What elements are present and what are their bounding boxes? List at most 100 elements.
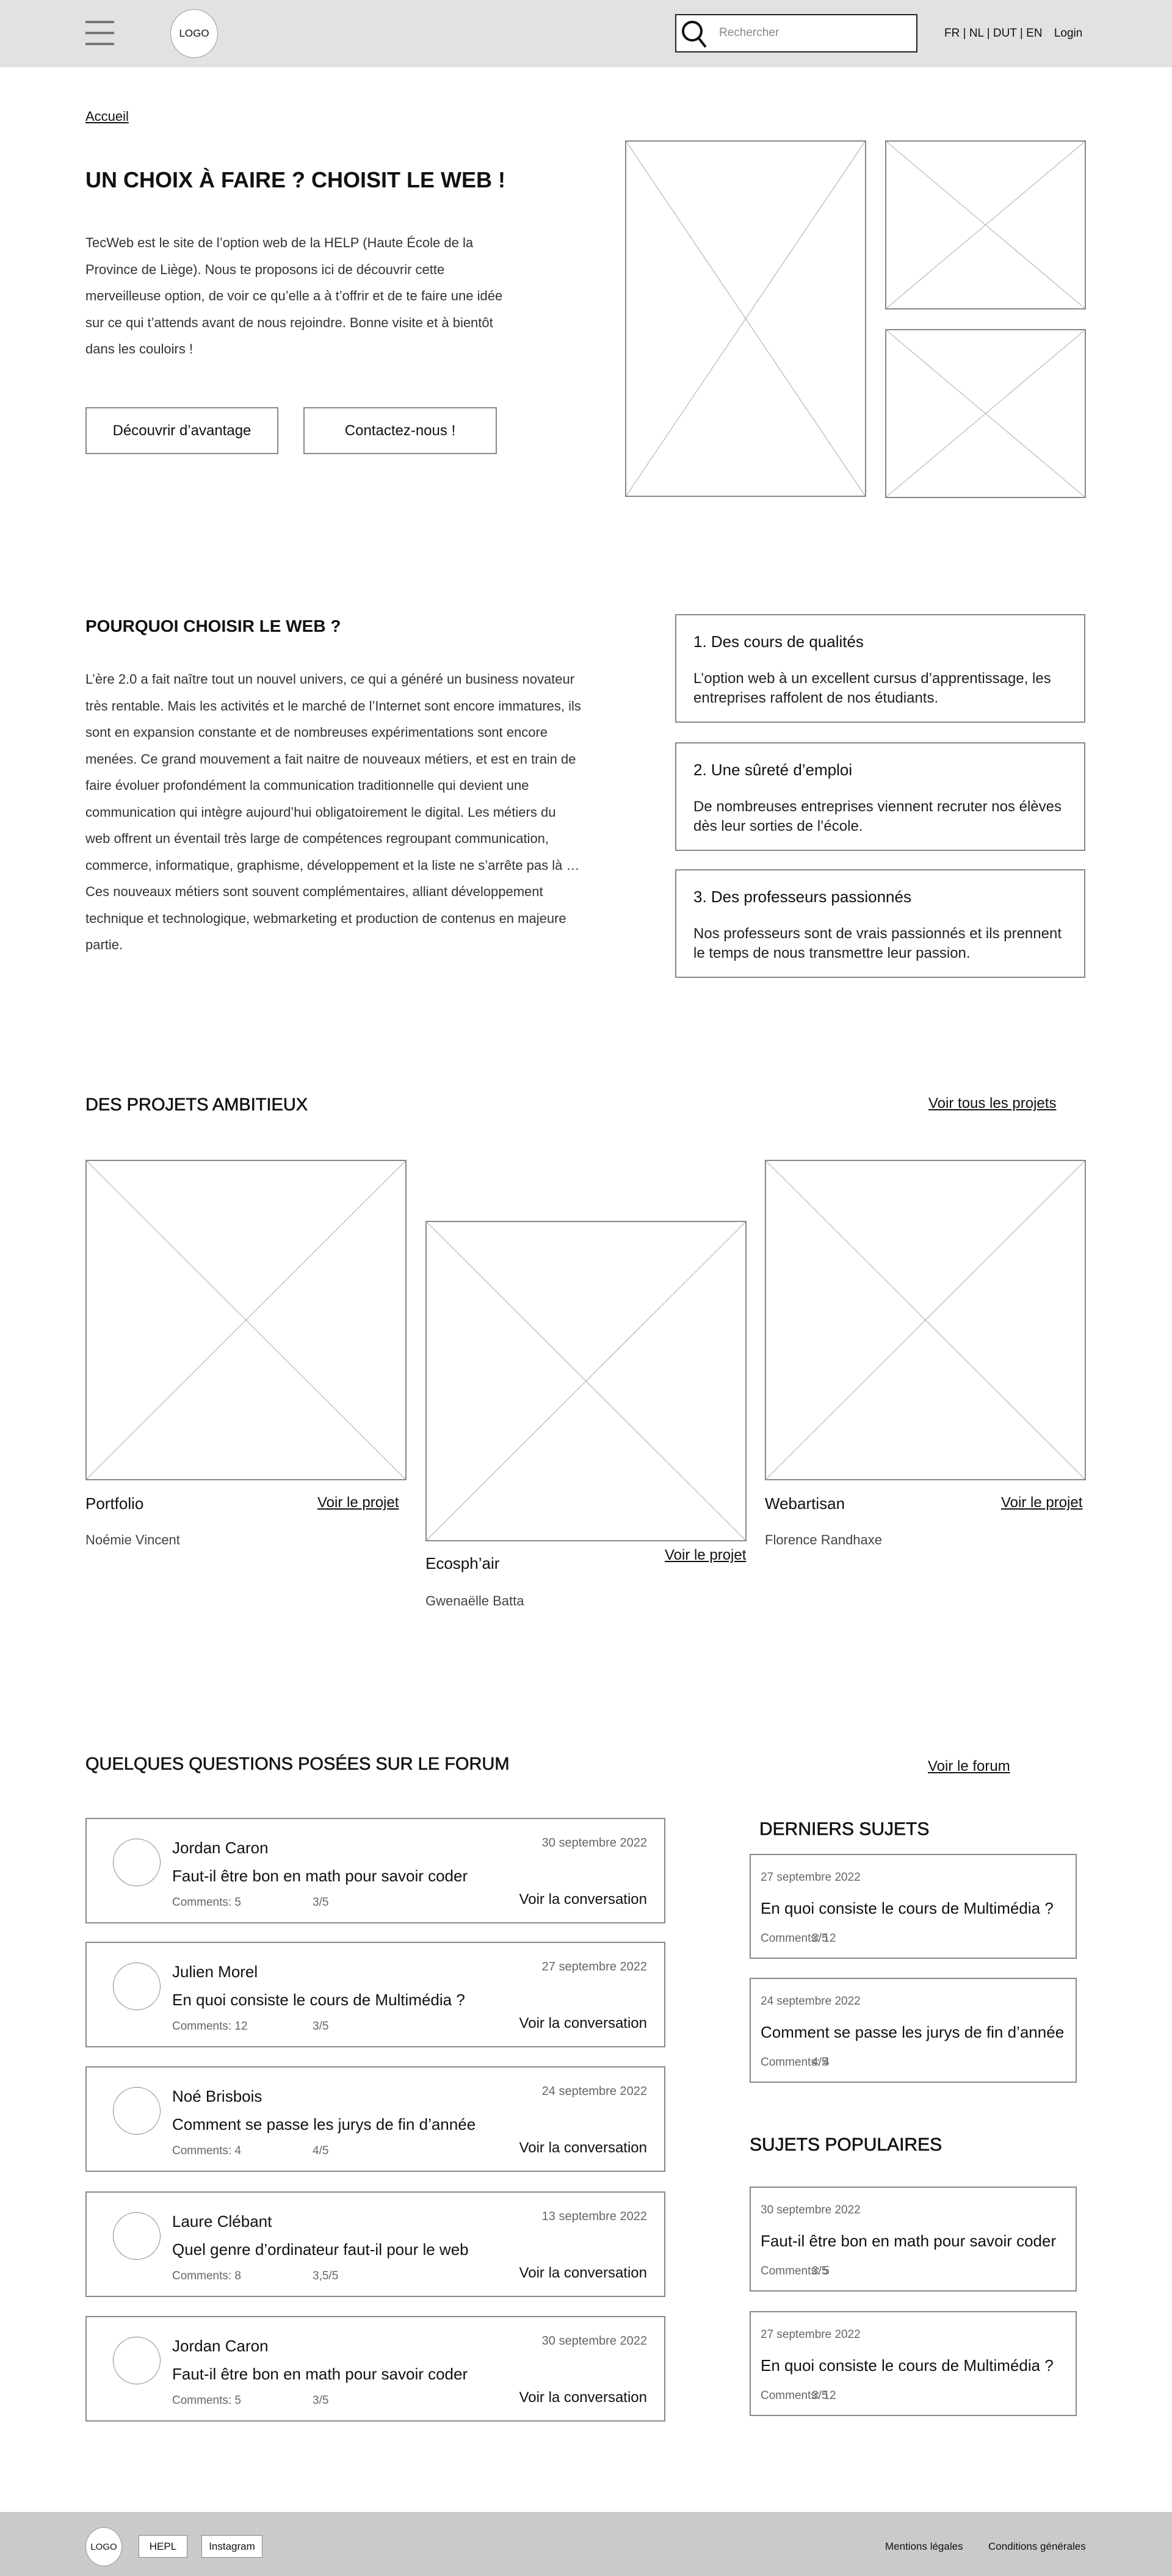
forum-post-card: Noé Brisbois 24 septembre 2022 Comment s… (85, 2066, 665, 2172)
topic-date: 30 septembre 2022 (761, 2204, 861, 2216)
language-switcher: FR | NL | DUT | EN Login (944, 27, 1083, 40)
post-rating: 3/5 (313, 2394, 329, 2407)
search-input[interactable] (719, 24, 902, 42)
why-card-title: 3. Des professeurs passionnés (693, 888, 911, 906)
view-conversation-link[interactable]: Voir la conversation (519, 2140, 647, 2157)
avatar (113, 2212, 161, 2260)
view-conversation-link[interactable]: Voir la conversation (519, 2389, 647, 2406)
project-title: Portfolio (85, 1494, 144, 1513)
view-conversation-link[interactable]: Voir la conversation (519, 2015, 647, 2032)
see-forum-link[interactable]: Voir le forum (928, 1758, 1010, 1775)
project-link[interactable]: Voir le projet (665, 1547, 746, 1564)
post-title: Quel genre d’ordinateur faut-il pour le … (172, 2240, 469, 2259)
footer-logo[interactable]: LOGO (85, 2527, 122, 2566)
project-image[interactable] (425, 1221, 747, 1541)
post-author: Jordan Caron (172, 1839, 269, 1857)
post-comments: Comments: 12 (172, 2020, 248, 2033)
view-conversation-link[interactable]: Voir la conversation (519, 1891, 647, 1908)
popular-topic-card[interactable]: 27 septembre 2022 En quoi consiste le co… (750, 2311, 1077, 2416)
projects-title: DES PROJETS AMBITIEUX (85, 1095, 308, 1115)
discover-button[interactable]: Découvrir d’avantage (85, 407, 278, 454)
post-rating: 3/5 (313, 2020, 329, 2033)
project-title: Ecosph’air (425, 1554, 500, 1572)
image-placeholder-icon (886, 330, 1085, 497)
forum-post-card: Laure Clébant 13 septembre 2022 Quel gen… (85, 2191, 665, 2297)
post-title: Comment se passe les jurys de fin d’anné… (172, 2115, 476, 2133)
post-date: 30 septembre 2022 (541, 2334, 647, 2348)
latest-topic-card[interactable]: 24 septembre 2022 Comment se passe les j… (750, 1978, 1077, 2083)
project-author: Noémie Vincent (85, 1532, 180, 1547)
hero-title: UN CHOIX À FAIRE ? CHOISIT LE WEB ! (85, 167, 506, 192)
forum-post-card: Julien Morel 27 septembre 2022 En quoi c… (85, 1942, 665, 2047)
avatar (113, 1839, 161, 1886)
project-title: Webartisan (765, 1494, 845, 1513)
site-header: LOGO FR | NL | DUT | EN Login (0, 0, 1172, 67)
lang-dut[interactable]: DUT (993, 27, 1017, 40)
avatar (113, 2337, 161, 2384)
post-comments: Comments: 5 (172, 1896, 241, 1909)
forum-title: QUELQUES QUESTIONS POSÉES SUR LE FORUM (85, 1754, 510, 1775)
project-image[interactable] (85, 1160, 407, 1480)
post-comments: Comments: 5 (172, 2394, 241, 2407)
popular-topics-title: SUJETS POPULAIRES (750, 2135, 942, 2155)
post-date: 27 septembre 2022 (541, 1960, 647, 1974)
lang-fr[interactable]: FR (944, 27, 960, 40)
hepl-link[interactable]: HEPL (139, 2535, 187, 2558)
forum-post-card: Jordan Caron 30 septembre 2022 Faut-il ê… (85, 2316, 665, 2422)
post-date: 30 septembre 2022 (541, 1836, 647, 1850)
search-box[interactable] (675, 14, 917, 52)
why-card-text: L’option web à un excellent cursus d’app… (693, 670, 1051, 706)
why-card: 2. Une sûreté d’emploi De nombreuses ent… (675, 742, 1085, 851)
topic-rating: 3/5 (812, 2389, 828, 2402)
contact-button[interactable]: Contactez-nous ! (303, 407, 497, 454)
why-card-title: 2. Une sûreté d’emploi (693, 761, 853, 779)
search-icon (682, 21, 707, 48)
forum-post-card: Jordan Caron 30 septembre 2022 Faut-il ê… (85, 1818, 665, 1923)
latest-topics-title: DERNIERS SUJETS (759, 1819, 930, 1840)
post-title: Faut-il être bon en math pour savoir cod… (172, 2365, 468, 2383)
why-card-text: Nos professeurs sont de vrais passionnés… (693, 925, 1062, 961)
post-date: 24 septembre 2022 (541, 2085, 647, 2098)
hero-image-large (625, 140, 866, 497)
hero-image-bottom (885, 329, 1086, 498)
why-card-text: De nombreuses entreprises viennent recru… (693, 798, 1062, 834)
post-rating: 3,5/5 (313, 2270, 339, 2282)
why-title: POURQUOI CHOISIR LE WEB ? (85, 617, 341, 635)
topic-date: 24 septembre 2022 (761, 1995, 861, 2008)
instagram-link[interactable]: Instagram (201, 2535, 262, 2558)
post-author: Noé Brisbois (172, 2087, 262, 2105)
topic-date: 27 septembre 2022 (761, 2328, 861, 2341)
terms-link[interactable]: Conditions générales (988, 2541, 1086, 2553)
site-footer: LOGO HEPL Instagram Mentions légales Con… (0, 2512, 1172, 2576)
breadcrumb[interactable]: Accueil (85, 109, 129, 125)
see-all-projects-link[interactable]: Voir tous les projets (928, 1095, 1056, 1112)
view-conversation-link[interactable]: Voir la conversation (519, 2265, 647, 2282)
image-placeholder-icon (427, 1222, 745, 1540)
post-comments: Comments: 4 (172, 2144, 241, 2157)
image-placeholder-icon (87, 1161, 405, 1479)
legal-notice-link[interactable]: Mentions légales (885, 2541, 963, 2553)
why-text: L’ère 2.0 a fait naître tout un nouvel u… (85, 671, 581, 952)
post-date: 13 septembre 2022 (541, 2210, 647, 2223)
hamburger-menu-icon[interactable] (85, 21, 114, 45)
post-rating: 3/5 (313, 1896, 329, 1909)
popular-topic-card[interactable]: 30 septembre 2022 Faut-il être bon en ma… (750, 2187, 1077, 2292)
why-card: 1. Des cours de qualités L’option web à … (675, 614, 1085, 723)
post-author: Laure Clébant (172, 2212, 272, 2230)
post-title: En quoi consiste le cours de Multimédia … (172, 1991, 465, 2009)
lang-en[interactable]: EN (1026, 27, 1042, 40)
post-comments: Comments: 8 (172, 2270, 241, 2282)
latest-topic-card[interactable]: 27 septembre 2022 En quoi consiste le co… (750, 1854, 1077, 1959)
project-link[interactable]: Voir le projet (317, 1494, 399, 1511)
login-link[interactable]: Login (1054, 27, 1083, 40)
topic-rating: 4/5 (812, 2056, 828, 2069)
image-placeholder-icon (886, 142, 1085, 308)
project-link[interactable]: Voir le projet (1001, 1494, 1082, 1511)
post-author: Jordan Caron (172, 2337, 269, 2355)
lang-nl[interactable]: NL (969, 27, 984, 40)
topic-title: Faut-il être bon en math pour savoir cod… (761, 2232, 1057, 2250)
project-image[interactable] (765, 1160, 1086, 1480)
project-author: Gwenaëlle Batta (425, 1593, 524, 1608)
image-placeholder-icon (766, 1161, 1085, 1479)
logo[interactable]: LOGO (170, 9, 218, 58)
